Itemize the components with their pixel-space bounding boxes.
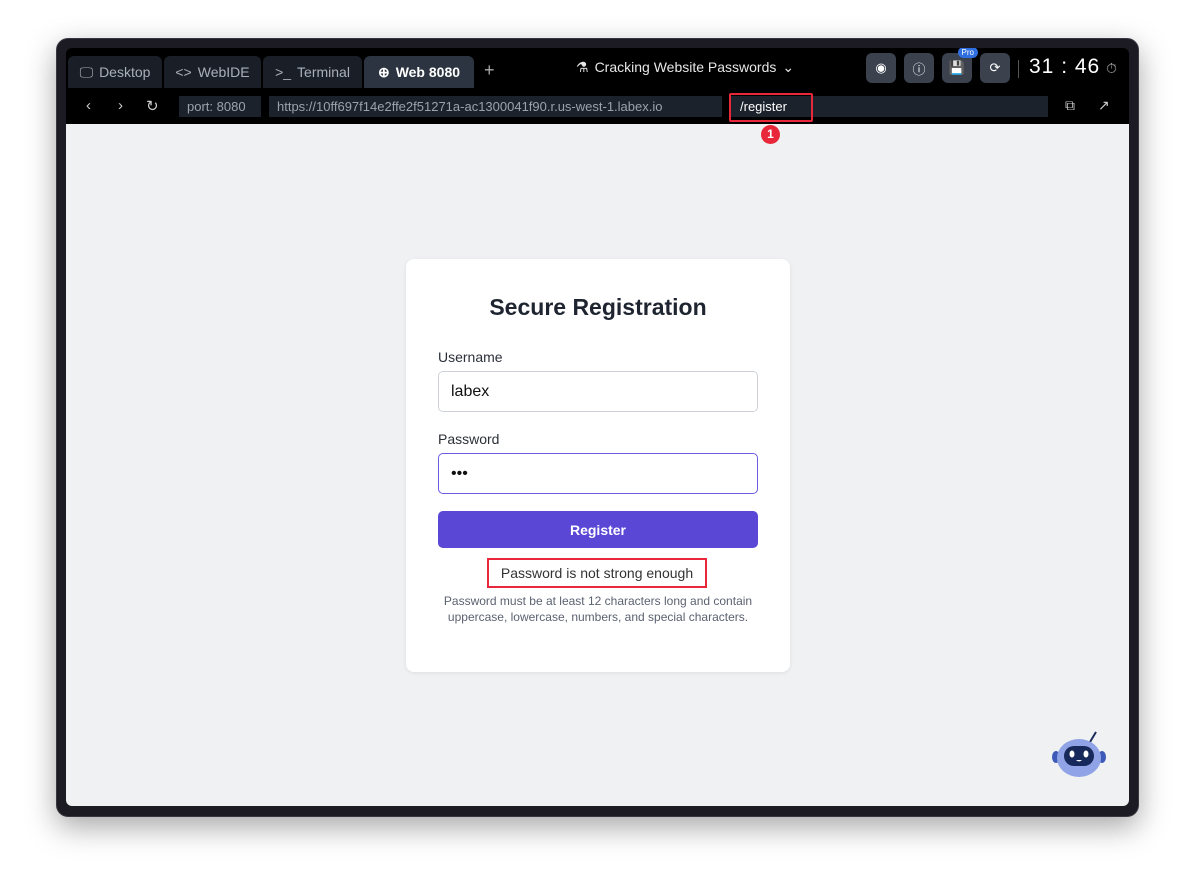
code-icon: <>	[175, 64, 192, 80]
help-button[interactable]: ⓘ	[904, 53, 934, 83]
tab-bar: 🖵 Desktop <> WebIDE >_ Terminal ⊕ Web 8080 +…	[66, 48, 1129, 88]
lab-title-dropdown[interactable]: ⚗ Cracking Website Passwords ⌄	[576, 59, 794, 76]
password-input[interactable]: •••	[438, 453, 758, 494]
register-button[interactable]: Register	[438, 511, 758, 548]
stopwatch-icon[interactable]: ⏱	[1106, 60, 1117, 77]
terminal-icon: >_	[275, 64, 292, 80]
tab-webide[interactable]: <> WebIDE	[164, 56, 261, 88]
monitor-icon: 🖵	[79, 63, 94, 80]
flask-icon: ⚗	[576, 59, 589, 75]
tab-terminal[interactable]: >_ Terminal	[263, 56, 362, 88]
port-label: port: 8080	[179, 96, 261, 117]
web-page: Secure Registration Username labex Passw…	[66, 124, 1129, 806]
back-icon[interactable]: ‹	[86, 97, 91, 114]
annotation-badge: 1	[761, 125, 780, 144]
copy-icon[interactable]: ⧉	[1065, 97, 1075, 114]
external-link-icon[interactable]: ↗	[1098, 97, 1110, 114]
tab-label: Desktop	[99, 64, 151, 80]
highlight-box	[729, 93, 813, 122]
password-label: Password	[438, 431, 500, 447]
tab-desktop[interactable]: 🖵 Desktop	[68, 56, 162, 88]
tab-label: Web 8080	[395, 64, 461, 80]
lab-workspace: 🖵 Desktop <> WebIDE >_ Terminal ⊕ Web 8080 +…	[66, 48, 1129, 806]
robot-assistant-icon[interactable]	[1050, 730, 1108, 782]
pro-badge: Pro	[957, 48, 978, 58]
discord-button[interactable]: ◉	[866, 53, 896, 83]
lab-title: Cracking Website Passwords	[594, 59, 777, 75]
error-message: Password is not strong enough	[487, 558, 707, 588]
refresh-env-button[interactable]: ⟳	[980, 53, 1010, 83]
url-display: https://10ff697f14e2ffe2f51271a-ac130004…	[269, 96, 722, 117]
add-tab-button[interactable]: +	[484, 60, 495, 81]
username-input[interactable]: labex	[438, 371, 758, 412]
sync-icon: ⟳	[989, 60, 1001, 75]
registration-card: Secure Registration Username labex Passw…	[406, 259, 790, 672]
chevron-down-icon: ⌄	[782, 59, 795, 75]
save-icon: 💾	[948, 60, 966, 75]
save-button[interactable]: 💾 Pro	[942, 48, 978, 83]
discord-icon: ◉	[875, 60, 887, 75]
tab-web-8080[interactable]: ⊕ Web 8080	[364, 56, 474, 88]
address-bar: ‹ › ↻ port: 8080 https://10ff697f14e2ffe…	[66, 88, 1129, 124]
page-title: Secure Registration	[489, 294, 707, 320]
forward-icon[interactable]: ›	[118, 97, 123, 114]
help-icon: ⓘ	[912, 61, 926, 77]
divider	[1018, 60, 1019, 78]
tab-label: Terminal	[297, 64, 350, 80]
globe-icon: ⊕	[377, 63, 390, 80]
username-label: Username	[438, 349, 503, 365]
reload-icon[interactable]: ↻	[146, 97, 159, 115]
password-hint: Password must be at least 12 characters …	[443, 594, 753, 624]
tab-label: WebIDE	[197, 64, 250, 80]
timer: 31 : 46	[1029, 55, 1101, 78]
